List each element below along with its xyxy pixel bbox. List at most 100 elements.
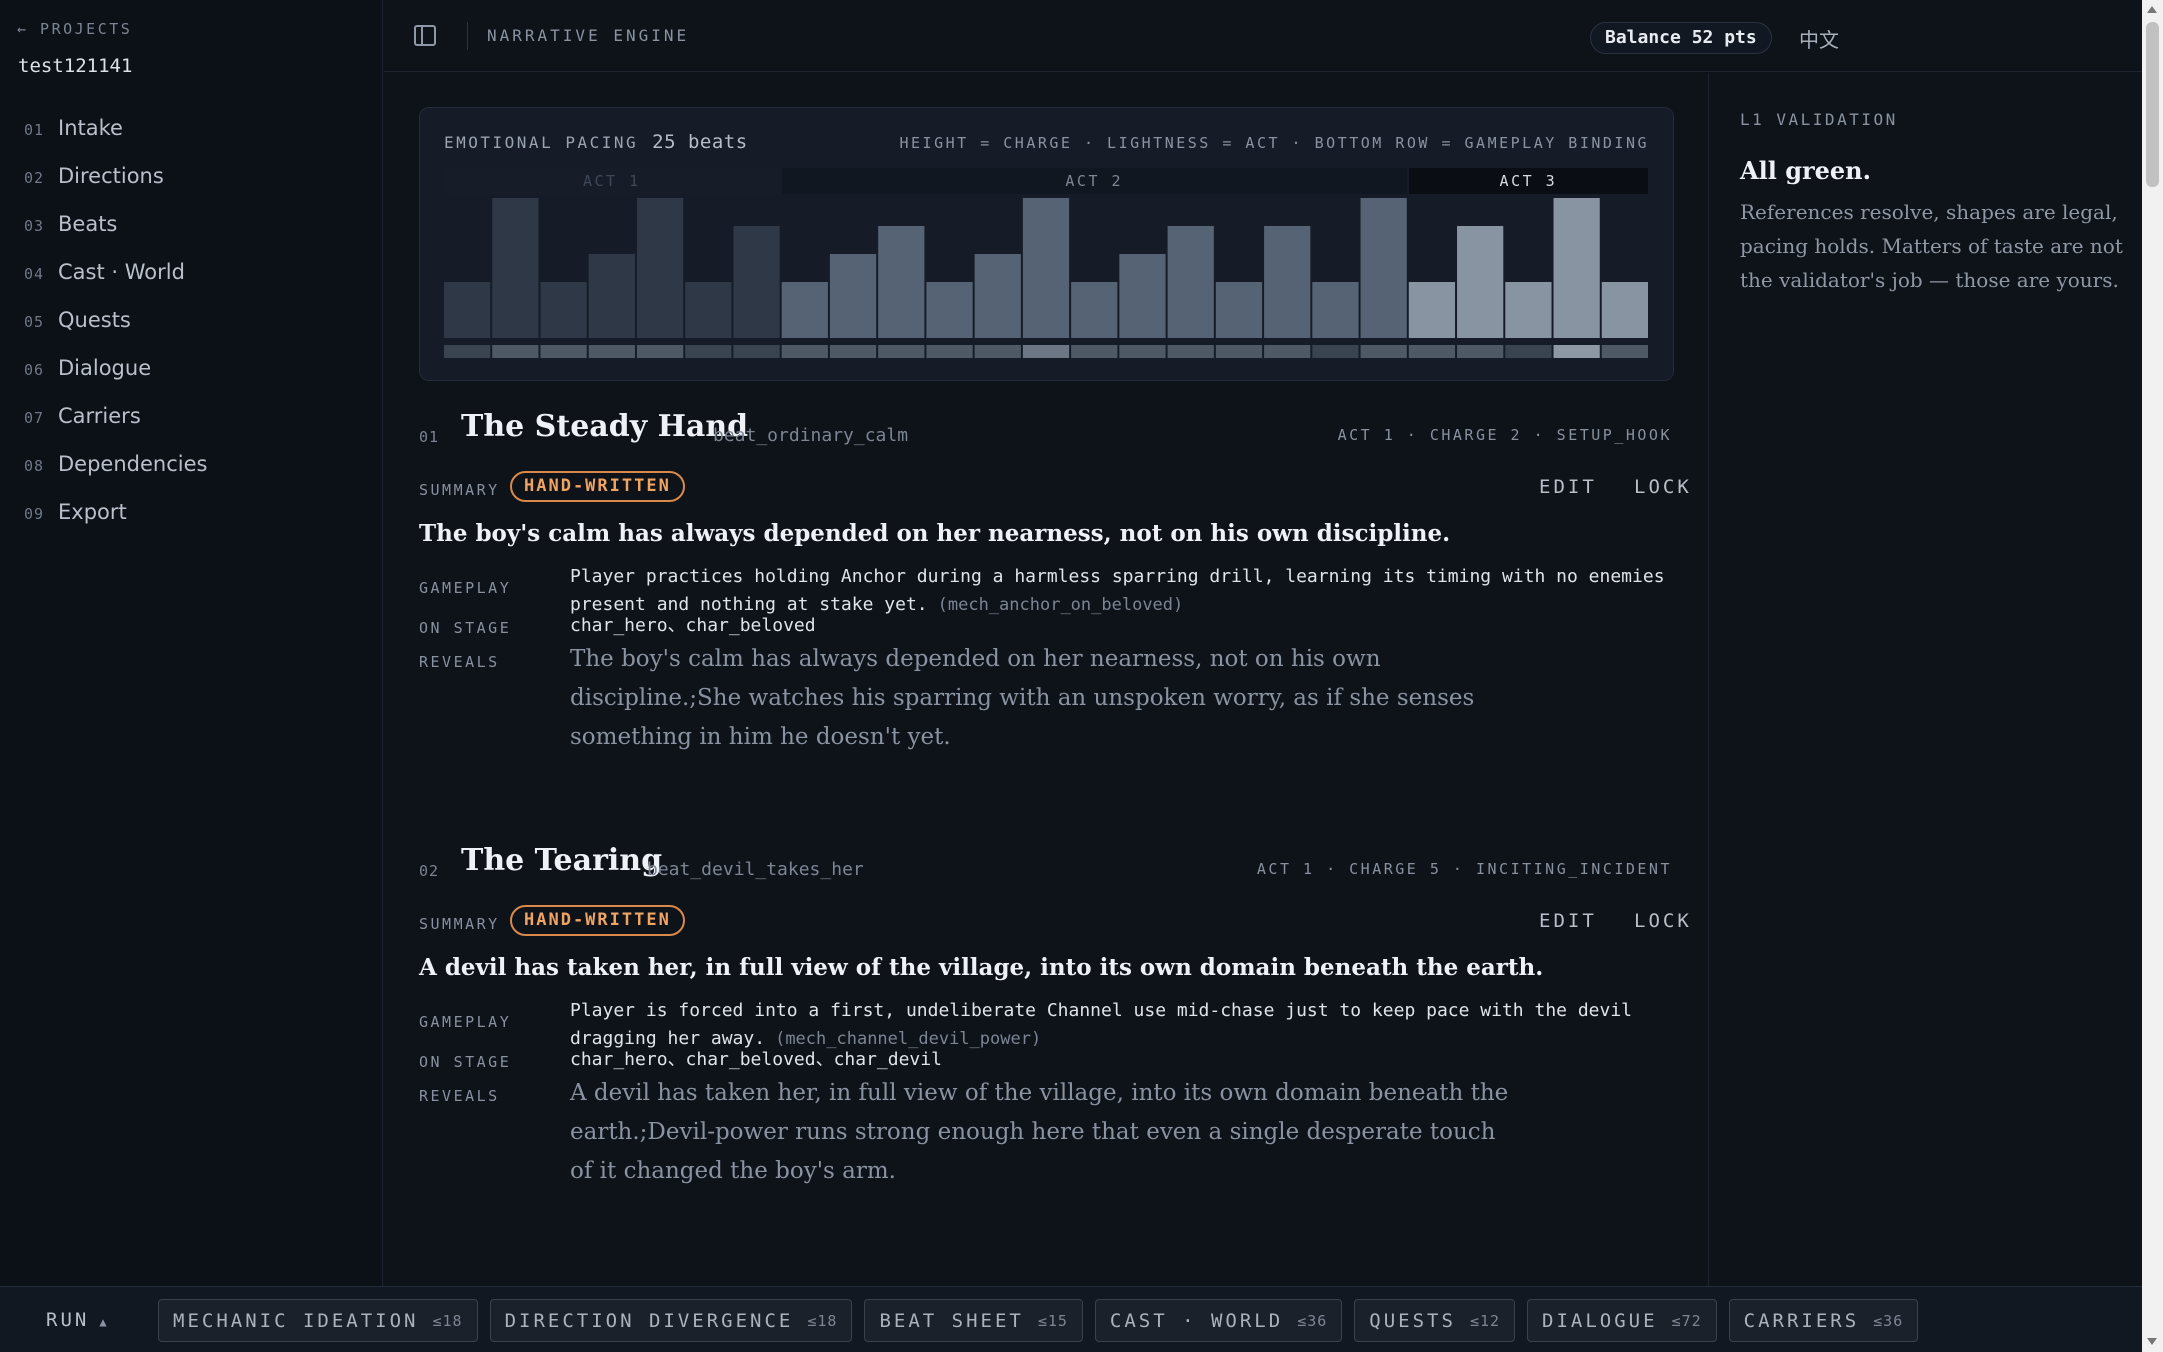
sidebar-item-label: Dialogue bbox=[58, 356, 152, 380]
charge-bar[interactable] bbox=[829, 254, 877, 338]
charge-bar[interactable] bbox=[1022, 198, 1070, 338]
binding-cell bbox=[1408, 345, 1456, 358]
run-button[interactable]: RUN ▲ bbox=[46, 1309, 110, 1331]
sidebar-item-dialogue[interactable]: 06 Dialogue bbox=[0, 356, 383, 404]
pacing-beat-count: 25 beats bbox=[652, 131, 748, 153]
gameplay-binding-row bbox=[444, 345, 1648, 358]
act-segment: ACT 3 bbox=[1408, 168, 1648, 194]
charge-bar[interactable] bbox=[878, 226, 925, 338]
scroll-thumb[interactable] bbox=[2146, 22, 2159, 187]
binding-cell bbox=[1215, 345, 1263, 358]
sidebar-item-label: Quests bbox=[58, 308, 131, 332]
stage-button-cast-world[interactable]: CAST · WORLD ≤36 bbox=[1094, 1299, 1343, 1342]
binding-cell bbox=[1505, 345, 1552, 358]
sidebar-item-directions[interactable]: 02 Directions bbox=[0, 164, 383, 212]
balance-badge: Balance 52 pts bbox=[1590, 22, 1772, 54]
binding-cell bbox=[926, 345, 973, 358]
stage-button-quests[interactable]: QUESTS ≤12 bbox=[1354, 1299, 1516, 1342]
charge-bar[interactable] bbox=[1553, 198, 1600, 338]
charge-bar[interactable] bbox=[1119, 254, 1166, 338]
charge-bar[interactable] bbox=[1408, 282, 1456, 338]
binding-cell bbox=[1457, 345, 1504, 358]
binding-cell bbox=[781, 345, 828, 358]
caret-up-icon: ▲ bbox=[99, 1315, 110, 1329]
page-scrollbar[interactable] bbox=[2142, 0, 2163, 1352]
scroll-up-arrow-icon[interactable] bbox=[2147, 6, 2157, 13]
charge-bar[interactable] bbox=[1215, 282, 1263, 338]
binding-cell bbox=[878, 345, 925, 358]
charge-bar[interactable] bbox=[685, 282, 732, 338]
edit-button[interactable]: EDIT bbox=[1539, 476, 1597, 498]
sidebar-item-carriers[interactable]: 07 Carriers bbox=[0, 404, 383, 452]
charge-bar[interactable] bbox=[1312, 282, 1359, 338]
charge-bar[interactable] bbox=[492, 198, 539, 338]
binding-cell bbox=[685, 345, 732, 358]
gameplay-label: GAMEPLAY bbox=[419, 1013, 512, 1031]
run-bar: RUN ▲ MECHANIC IDEATION ≤18 DIRECTION DIVER… bbox=[0, 1286, 2142, 1352]
sidebar-item-quests[interactable]: 05 Quests bbox=[0, 308, 383, 356]
stage-button-mechanic-ideation[interactable]: MECHANIC IDEATION ≤18 bbox=[158, 1299, 478, 1342]
charge-bar[interactable] bbox=[1167, 226, 1214, 338]
sidebar-item-label: Dependencies bbox=[58, 452, 208, 476]
charge-bar[interactable] bbox=[1264, 226, 1311, 338]
beat-title: The Steady Hand bbox=[461, 409, 749, 444]
pacing-legend: HEIGHT = CHARGE · LIGHTNESS = ACT · BOTT… bbox=[899, 134, 1649, 152]
language-toggle[interactable]: 中文 bbox=[1799, 24, 1839, 53]
lock-button[interactable]: LOCK bbox=[1634, 476, 1692, 498]
scroll-down-arrow-icon[interactable] bbox=[2147, 1338, 2157, 1345]
act-bar: ACT 1 ACT 2 ACT 3 bbox=[444, 168, 1650, 194]
charge-bar[interactable] bbox=[636, 198, 684, 338]
charge-bar[interactable] bbox=[1071, 282, 1118, 338]
charge-bar[interactable] bbox=[444, 282, 491, 338]
charge-bar[interactable] bbox=[733, 226, 780, 338]
stage-button-direction-divergence[interactable]: DIRECTION DIVERGENCE ≤18 bbox=[489, 1299, 853, 1342]
gameplay-text: Player practices holding Anchor during a… bbox=[570, 563, 1670, 619]
sidebar-item-dependencies[interactable]: 08 Dependencies bbox=[0, 452, 383, 500]
stage-name: DIALOGUE bbox=[1542, 1309, 1658, 1332]
edit-button[interactable]: EDIT bbox=[1539, 910, 1597, 932]
charge-bar[interactable] bbox=[1457, 226, 1504, 338]
back-to-projects-link[interactable]: ← PROJECTS bbox=[17, 20, 132, 38]
sidebar-item-number: 06 bbox=[24, 361, 45, 379]
sidebar-item-intake[interactable]: 01 Intake bbox=[0, 116, 383, 164]
binding-cell bbox=[1312, 345, 1359, 358]
sidebar-item-number: 05 bbox=[24, 313, 45, 331]
charge-bar[interactable] bbox=[1601, 282, 1648, 338]
sidebar-item-label: Beats bbox=[58, 212, 118, 236]
act-segment: ACT 2 bbox=[781, 168, 1407, 194]
sidebar-toggle-icon[interactable] bbox=[414, 25, 436, 46]
stage-nav: 01 Intake 02 Directions 03 Beats 04 Cast · Worl… bbox=[0, 116, 383, 548]
binding-cell bbox=[974, 345, 1021, 358]
stage-limit: ≤15 bbox=[1037, 1311, 1068, 1330]
hand-written-badge: HAND-WRITTEN bbox=[510, 905, 685, 936]
sidebar-item-beats[interactable]: 03 Beats bbox=[0, 212, 383, 260]
charge-bar[interactable] bbox=[1505, 282, 1552, 338]
reveals-label: REVEALS bbox=[419, 653, 500, 671]
summary-label: SUMMARY bbox=[419, 481, 500, 499]
stage-button-carriers[interactable]: CARRIERS ≤36 bbox=[1728, 1299, 1919, 1342]
stage-limit: ≤36 bbox=[1297, 1311, 1328, 1330]
gameplay-description: Player is forced into a first, undeliber… bbox=[570, 1000, 1633, 1049]
beat-id: beat_ordinary_calm bbox=[713, 425, 909, 446]
charge-bar[interactable] bbox=[588, 254, 635, 338]
on-stage-characters: char_hero、char_beloved bbox=[570, 615, 816, 636]
sidebar-item-export[interactable]: 09 Export bbox=[0, 500, 383, 548]
stage-limit: ≤36 bbox=[1873, 1311, 1904, 1330]
stage-name: QUESTS bbox=[1369, 1309, 1456, 1332]
charge-bar[interactable] bbox=[540, 282, 587, 338]
binding-cell bbox=[540, 345, 587, 358]
app-title: NARRATIVE ENGINE bbox=[487, 26, 690, 45]
binding-cell bbox=[829, 345, 877, 358]
stage-button-beat-sheet[interactable]: BEAT SHEET ≤15 bbox=[864, 1299, 1083, 1342]
beat-summary: A devil has taken her, in full view of t… bbox=[419, 954, 1544, 981]
stage-limit: ≤12 bbox=[1469, 1311, 1501, 1330]
charge-bar[interactable] bbox=[1360, 198, 1407, 338]
stage-button-dialogue[interactable]: DIALOGUE ≤72 bbox=[1527, 1299, 1717, 1342]
charge-bar[interactable] bbox=[974, 254, 1021, 338]
sidebar-item-number: 09 bbox=[24, 505, 45, 523]
charge-bar[interactable] bbox=[781, 282, 828, 338]
stage-name: DIRECTION DIVERGENCE bbox=[504, 1309, 794, 1332]
lock-button[interactable]: LOCK bbox=[1634, 910, 1692, 932]
charge-bar[interactable] bbox=[926, 282, 973, 338]
sidebar-item-cast-world[interactable]: 04 Cast · World bbox=[0, 260, 383, 308]
